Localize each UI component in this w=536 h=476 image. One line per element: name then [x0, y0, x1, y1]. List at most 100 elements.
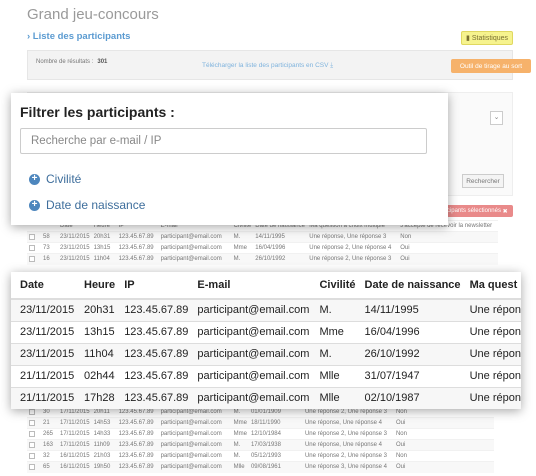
chart-icon: ▮ [465, 35, 470, 42]
table-cell: 123.45.67.89 [115, 342, 189, 365]
table-cell: 23/11/2015 [11, 298, 75, 321]
checkbox[interactable] [29, 408, 35, 415]
table-cell: 20h31 [75, 298, 116, 321]
column-header-email[interactable]: E-mail [188, 272, 311, 300]
table-cell: M. [310, 298, 356, 321]
table-cell: participant@email.com [158, 428, 232, 440]
civility-filter-link[interactable]: + Civilité [29, 172, 81, 186]
column-header-date[interactable]: Date [11, 272, 75, 300]
table-cell: M. [231, 231, 254, 243]
table-cell: Une réponse, Une réponse 3 [307, 231, 399, 243]
checkbox[interactable] [29, 244, 35, 251]
table-cell: 123.45.67.89 [116, 242, 159, 254]
row-checkbox[interactable] [27, 231, 41, 243]
table-row[interactable]: 21/11/2015 17h28 123.45.67.89 participant@e… [11, 386, 521, 409]
table-cell: 16/11/2015 [58, 450, 92, 462]
row-checkbox[interactable] [27, 461, 41, 473]
table-cell: 14h53 [91, 417, 117, 429]
table-cell: 21/11/2015 [11, 386, 75, 409]
select-chevron-icon[interactable]: ⌄ [490, 111, 503, 125]
table-row[interactable]: 16 23/11/2015 11h04 123.45.67.89 participant… [27, 253, 499, 265]
table-row[interactable]: 23/11/2015 13h15 123.45.67.89 participant@e… [11, 320, 521, 343]
table-cell: Une répon [460, 342, 521, 365]
table-row[interactable]: 21 17/11/2015 14h53 123.45.67.89 participant… [27, 417, 494, 429]
table-cell: 09/08/1961 [248, 461, 303, 473]
table-row[interactable]: 58 23/11/2015 20h31 123.45.67.89 participant… [27, 231, 499, 243]
table-cell: Une répon [460, 386, 521, 409]
statistics-button[interactable]: ▮ Statistiques [461, 31, 513, 45]
search-input[interactable] [20, 128, 427, 154]
table-cell: 14/11/1995 [355, 298, 461, 321]
row-checkbox[interactable] [27, 428, 41, 440]
csv-download-link[interactable]: Télécharger la liste des participants en… [202, 62, 333, 70]
table-cell: Oui [393, 461, 494, 473]
table-cell: participant@email.com [158, 242, 232, 254]
table-cell: Une réponse 3, Une réponse 4 [302, 461, 394, 473]
column-header-birthdate[interactable]: Date de naissance [355, 272, 461, 300]
table-cell: 16/04/1996 [253, 242, 308, 254]
checkbox[interactable] [29, 452, 35, 459]
table-row[interactable]: 21/11/2015 02h44 123.45.67.89 participant@e… [11, 364, 521, 387]
table-cell: 23/11/2015 [58, 242, 92, 254]
table-cell: Mme [231, 428, 249, 440]
column-header-civility[interactable]: Civilité [310, 272, 356, 300]
table-row[interactable]: 265 17/11/2015 14h33 123.45.67.89 participan… [27, 428, 494, 440]
table-cell: 05/12/1993 [248, 450, 303, 462]
checkbox[interactable] [29, 441, 35, 448]
plus-circle-icon: + [29, 199, 40, 211]
table-row[interactable]: 23/11/2015 11h04 123.45.67.89 participant@e… [11, 342, 521, 365]
row-checkbox[interactable] [27, 417, 41, 429]
table-cell: 123.45.67.89 [115, 298, 189, 321]
table-cell: 23/11/2015 [58, 231, 92, 243]
table-cell: 16 [41, 253, 58, 265]
table-cell: 19h50 [91, 461, 117, 473]
column-header-question[interactable]: Ma quest [460, 272, 521, 300]
table-cell: 123.45.67.89 [116, 231, 159, 243]
csv-download-label: Télécharger la liste des participants en… [202, 62, 329, 69]
row-checkbox[interactable] [27, 439, 41, 451]
table-cell: 17/11/2015 [58, 428, 92, 440]
table-cell: 31/07/1947 [355, 364, 461, 387]
row-checkbox[interactable] [27, 450, 41, 462]
table-row[interactable]: 65 16/11/2015 19h50 123.45.67.89 participant… [27, 461, 494, 473]
row-checkbox[interactable] [27, 253, 41, 265]
column-header-time[interactable]: Heure [75, 272, 116, 300]
table-cell: Non [393, 428, 494, 440]
table-cell: 11h04 [91, 253, 117, 265]
participants-table-background-bottom: 30 17/11/2015 20h11 123.45.67.89 participant… [27, 406, 494, 473]
checkbox[interactable] [29, 255, 35, 262]
table-cell: 13h15 [75, 320, 116, 343]
table-row[interactable]: 73 23/11/2015 13h15 123.45.67.89 participant… [27, 242, 499, 254]
participants-table-background-top: Date Heure IP E-mail Civilité Date de naissan… [27, 220, 499, 265]
table-cell: 11h04 [75, 342, 116, 365]
search-button[interactable]: Rechercher [462, 174, 504, 188]
table-cell: Mme [231, 242, 254, 254]
table-cell: Oui [393, 417, 494, 429]
checkbox[interactable] [29, 430, 35, 437]
page-title: Grand jeu-concours [27, 6, 159, 23]
table-row[interactable]: 163 17/11/2015 11h09 123.45.67.89 participan… [27, 439, 494, 451]
table-cell: Non [398, 231, 499, 243]
birthdate-filter-link[interactable]: + Date de naissance [29, 198, 145, 212]
table-cell: 16/11/2015 [58, 461, 92, 473]
column-header-ip[interactable]: IP [115, 272, 189, 300]
table-row[interactable]: 32 16/11/2015 21h03 123.45.67.89 participant… [27, 450, 494, 462]
plus-circle-icon: + [29, 173, 40, 185]
table-row[interactable]: 23/11/2015 20h31 123.45.67.89 participant@e… [11, 298, 521, 321]
table-cell: participant@email.com [158, 417, 232, 429]
table-cell: 23/11/2015 [58, 253, 92, 265]
checkbox[interactable] [29, 419, 35, 426]
close-icon[interactable]: ✖ [503, 208, 508, 215]
table-cell: participant@email.com [158, 439, 232, 451]
table-cell: Une répon [460, 298, 521, 321]
table-cell: 14/11/1995 [253, 231, 308, 243]
draw-tool-button[interactable]: Outil de tirage au sort [451, 59, 531, 73]
checkbox[interactable] [29, 233, 35, 240]
breadcrumb[interactable]: › Liste des participants [27, 31, 130, 42]
table-cell: Une réponse 2, Une réponse 3 [307, 253, 399, 265]
checkbox[interactable] [29, 463, 35, 470]
table-cell: 123.45.67.89 [116, 461, 159, 473]
table-cell: 21 [41, 417, 58, 429]
table-cell: M. [310, 342, 356, 365]
row-checkbox[interactable] [27, 242, 41, 254]
